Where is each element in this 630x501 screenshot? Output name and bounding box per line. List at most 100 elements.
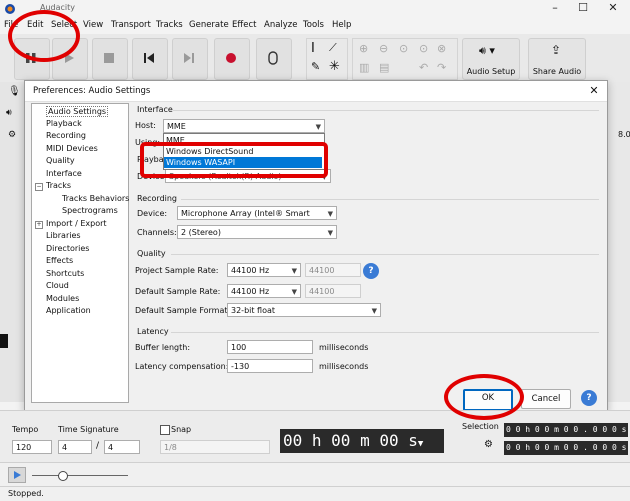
- gear-icon[interactable]: ⚙: [8, 130, 16, 140]
- skip-start-button[interactable]: [132, 38, 168, 80]
- tree-item[interactable]: Tracks: [46, 181, 71, 190]
- menu-help[interactable]: Help: [332, 20, 351, 30]
- host-select[interactable]: MME ▼: [163, 119, 325, 133]
- loop-button[interactable]: [256, 38, 292, 80]
- tree-expander-icon[interactable]: +: [35, 220, 43, 229]
- latency-comp-input[interactable]: -130: [227, 359, 313, 373]
- tree-item[interactable]: Application: [46, 306, 91, 315]
- draw-tool-icon[interactable]: ✎: [311, 60, 320, 73]
- time-display[interactable]: 00 h 00 m 00 s▼: [280, 429, 444, 453]
- sample-format-select[interactable]: 32-bit float ▼: [227, 303, 381, 317]
- snap-checkbox[interactable]: [160, 425, 170, 435]
- tempo-input[interactable]: 120: [12, 440, 52, 454]
- skip-start-icon: [144, 53, 154, 63]
- time-signature-denominator[interactable]: 4: [104, 440, 140, 454]
- silence-icon[interactable]: ▤: [379, 61, 389, 74]
- zoom-selection-icon[interactable]: ⊙: [399, 42, 408, 55]
- selection-start[interactable]: 0 0 h 0 0 m 0 0 . 0 0 0 s: [504, 423, 628, 437]
- zoom-out-icon[interactable]: ⊖: [379, 42, 388, 55]
- project-rate-select[interactable]: 44100 Hz ▼: [227, 263, 301, 277]
- redo-icon[interactable]: ↷: [437, 61, 446, 74]
- stop-button[interactable]: [92, 38, 128, 80]
- tree-item[interactable]: Directories: [46, 244, 89, 253]
- cancel-button[interactable]: Cancel: [521, 389, 571, 409]
- record-icon: [226, 53, 236, 63]
- status-bar: Stopped.: [0, 486, 630, 501]
- skip-end-button[interactable]: [172, 38, 208, 80]
- tree-item[interactable]: Interface: [46, 169, 82, 178]
- time-signature-numerator[interactable]: 4: [58, 440, 92, 454]
- snap-select[interactable]: 1/8: [160, 440, 270, 454]
- tree-item[interactable]: Spectrograms: [62, 206, 118, 215]
- quality-help-icon[interactable]: ?: [363, 263, 379, 279]
- tree-item[interactable]: Cloud: [46, 281, 69, 290]
- tree-item[interactable]: Quality: [46, 156, 75, 165]
- zoom-in-icon[interactable]: ⊕: [359, 42, 368, 55]
- play-at-speed-button[interactable]: [8, 467, 26, 483]
- menu-tools[interactable]: Tools: [303, 20, 324, 30]
- track-clip-edge: [0, 334, 8, 348]
- menu-view[interactable]: View: [83, 20, 103, 30]
- tree-item[interactable]: Tracks Behaviors: [62, 194, 129, 203]
- minimize-icon[interactable]: –: [540, 1, 570, 17]
- speaker-icon: 🔊︎ ▾: [479, 44, 495, 57]
- tree-expander-icon[interactable]: −: [35, 183, 43, 191]
- dialog-close-icon[interactable]: ✕: [587, 84, 601, 98]
- tree-item[interactable]: Recording: [46, 131, 86, 140]
- share-icon: ⇪: [551, 43, 562, 57]
- selection-end[interactable]: 0 0 h 0 0 m 0 0 . 0 0 0 s: [504, 441, 628, 455]
- tree-item[interactable]: Shortcuts: [46, 269, 84, 278]
- snap-value: 1/8: [164, 443, 177, 452]
- selection-tool-icon[interactable]: I: [311, 41, 315, 56]
- undo-icon[interactable]: ↶: [419, 61, 428, 74]
- menu-tracks[interactable]: Tracks: [156, 20, 183, 30]
- audio-setup-button[interactable]: 🔊︎ ▾ Audio Setup: [462, 38, 520, 80]
- menu-effect[interactable]: Effect: [232, 20, 256, 30]
- channels-label: Channels:: [137, 228, 177, 237]
- tree-item[interactable]: MIDI Devices: [46, 144, 98, 153]
- selection-gear-icon[interactable]: ⚙: [484, 439, 493, 450]
- menu-transport[interactable]: Transport: [111, 20, 151, 30]
- buffer-length-input[interactable]: 100: [227, 340, 313, 354]
- chevron-down-icon: ▼: [315, 123, 321, 131]
- tree-item[interactable]: Audio Settings: [46, 106, 109, 117]
- multi-tool-icon[interactable]: ✳: [329, 59, 340, 74]
- speed-slider-thumb[interactable]: [58, 471, 68, 481]
- buffer-length-label: Buffer length:: [135, 343, 191, 352]
- format-label: Default Sample Format:: [135, 306, 231, 315]
- section-quality: Quality: [137, 249, 166, 258]
- channels-select[interactable]: 2 (Stereo) ▼: [177, 225, 337, 239]
- tree-item[interactable]: Playback: [46, 119, 82, 128]
- envelope-tool-icon[interactable]: ⟋: [329, 41, 337, 55]
- trim-icon[interactable]: ▥: [359, 61, 369, 74]
- chevron-down-icon: ▼: [291, 267, 297, 275]
- speed-slider-track: [32, 475, 128, 476]
- preferences-dialog: Preferences: Audio Settings ✕ Audio Sett…: [24, 80, 608, 412]
- tree-item[interactable]: Import / Export: [46, 219, 107, 228]
- project-rate-label: Project Sample Rate:: [135, 266, 219, 275]
- track-area-right: 8.0: [606, 82, 630, 402]
- default-rate-select[interactable]: 44100 Hz ▼: [227, 284, 301, 298]
- menu-analyze[interactable]: Analyze: [264, 20, 298, 30]
- maximize-icon[interactable]: ☐: [568, 1, 598, 17]
- record-button[interactable]: [214, 38, 250, 80]
- zoom-toggle-icon[interactable]: ⊗: [437, 42, 446, 55]
- recording-device-label: Device:: [137, 209, 168, 218]
- microphone-icon: 🎙︎: [8, 86, 21, 97]
- preferences-tree: Audio Settings Playback Recording MIDI Devi…: [31, 103, 129, 403]
- tree-item[interactable]: Effects: [46, 256, 73, 265]
- channels-value: 2 (Stereo): [181, 228, 221, 237]
- zoom-fit-icon[interactable]: ⊙: [419, 42, 428, 55]
- tree-item[interactable]: Modules: [46, 294, 79, 303]
- play-at-speed-toolbar: [0, 462, 630, 487]
- help-button[interactable]: ?: [581, 390, 597, 406]
- menu-generate[interactable]: Generate: [189, 20, 229, 30]
- chevron-down-icon: ▼: [371, 307, 377, 315]
- tree-item[interactable]: Libraries: [46, 231, 81, 240]
- play-icon: [14, 471, 21, 479]
- share-audio-button[interactable]: ⇪ Share Audio: [528, 38, 586, 80]
- close-window-icon[interactable]: ✕: [598, 1, 628, 17]
- recording-device-select[interactable]: Microphone Array (Intel® Smart ▼: [177, 206, 337, 220]
- audio-setup-label: Audio Setup: [466, 67, 516, 76]
- speaker-meter-icon: 🔊︎: [6, 108, 12, 118]
